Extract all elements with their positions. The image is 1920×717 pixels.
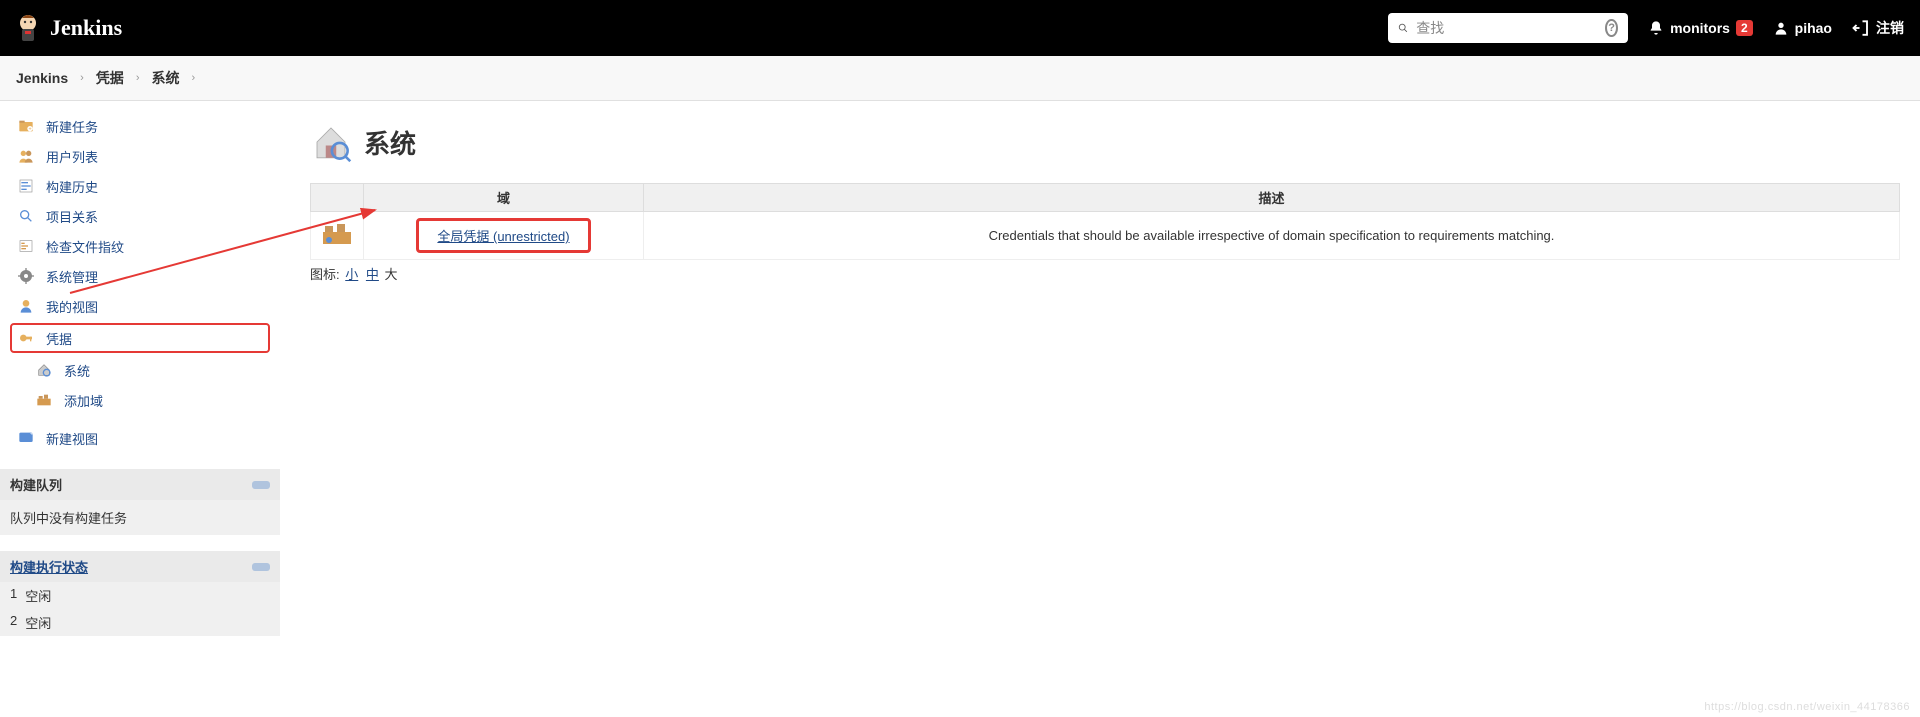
- sidebar-item-label: 我的视图: [46, 297, 98, 316]
- logo[interactable]: Jenkins: [16, 12, 122, 44]
- search-icon: [1398, 20, 1408, 36]
- logout-icon: [1852, 19, 1870, 37]
- users-icon: [16, 146, 36, 166]
- page-title-text: 系统: [364, 124, 416, 161]
- sidebar-item-label: 新建任务: [46, 117, 98, 136]
- build-queue-title: 构建队列: [10, 475, 62, 494]
- executor-num: 1: [10, 586, 17, 605]
- table-header-icon: [311, 184, 364, 212]
- fingerprint-icon: [16, 236, 36, 256]
- sidebar-subitem-label: 系统: [64, 361, 90, 380]
- icon-size-medium[interactable]: 中: [366, 267, 379, 282]
- logout-label: 注销: [1876, 18, 1904, 38]
- breadcrumb-item[interactable]: Jenkins: [16, 70, 68, 86]
- icon-size-selector: 图标: 小 中 大: [310, 264, 1900, 283]
- breadcrumb-sep: ›: [80, 72, 84, 84]
- domain-row-link-cell: 全局凭据 (unrestricted): [364, 212, 644, 260]
- executor-status: 空闲: [25, 586, 51, 605]
- sidebar-item-label: 新建视图: [46, 429, 98, 448]
- sidebar-item-build-history[interactable]: 构建历史: [0, 171, 280, 201]
- domain-link-highlight: 全局凭据 (unrestricted): [416, 218, 590, 253]
- domain-link[interactable]: 全局凭据 (unrestricted): [437, 229, 569, 244]
- sidebar: + 新建任务 用户列表 构建历史 项目关系 检查文件指纹: [0, 101, 280, 646]
- sidebar-item-new-view[interactable]: + 新建视图: [0, 423, 280, 453]
- gear-icon: [16, 266, 36, 286]
- icon-size-large: 大: [385, 267, 398, 282]
- search-input[interactable]: [1416, 20, 1597, 36]
- system-title-icon: [310, 121, 352, 163]
- user-icon: [1773, 20, 1789, 36]
- executor-row: 1 空闲: [0, 582, 280, 609]
- sidebar-item-relations[interactable]: 项目关系: [0, 201, 280, 231]
- my-views-icon: [16, 296, 36, 316]
- sidebar-item-fingerprint[interactable]: 检查文件指纹: [0, 231, 280, 261]
- page-title: 系统: [310, 121, 1900, 163]
- new-view-icon: +: [16, 428, 36, 448]
- table-header-desc: 描述: [644, 184, 1900, 212]
- sidebar-item-label: 项目关系: [46, 207, 98, 226]
- credentials-icon: [16, 328, 36, 348]
- executor-num: 2: [10, 613, 17, 632]
- sidebar-item-label: 凭据: [46, 329, 72, 348]
- breadcrumb-sep: ›: [136, 72, 140, 84]
- logout-nav[interactable]: 注销: [1852, 18, 1904, 38]
- header: Jenkins ? monitors 2 pihao 注销: [0, 0, 1920, 56]
- svg-text:+: +: [28, 127, 31, 133]
- breadcrumb-item[interactable]: 系统: [151, 68, 179, 88]
- executors-pane: 构建执行状态 1 空闲 2 空闲: [0, 551, 280, 636]
- brand-text: Jenkins: [50, 15, 122, 41]
- table-row: 全局凭据 (unrestricted) Credentials that sho…: [311, 212, 1900, 260]
- sidebar-item-label: 构建历史: [46, 177, 98, 196]
- sidebar-item-system-manage[interactable]: 系统管理: [0, 261, 280, 291]
- executor-row: 2 空闲: [0, 609, 280, 636]
- svg-text:+: +: [30, 430, 34, 437]
- sidebar-item-label: 检查文件指纹: [46, 237, 124, 256]
- sidebar-subitem-label: 添加域: [64, 391, 103, 410]
- user-label: pihao: [1795, 20, 1832, 36]
- breadcrumb-item[interactable]: 凭据: [96, 68, 124, 88]
- user-nav[interactable]: pihao: [1773, 20, 1832, 36]
- help-icon[interactable]: ?: [1605, 19, 1618, 37]
- sidebar-item-credentials[interactable]: 凭据: [10, 323, 270, 353]
- sidebar-item-users[interactable]: 用户列表: [0, 141, 280, 171]
- search-box[interactable]: ?: [1388, 13, 1628, 43]
- monitors-badge: 2: [1736, 20, 1753, 36]
- domain-table: 域 描述 全局凭据 (u: [310, 183, 1900, 260]
- executors-title[interactable]: 构建执行状态: [10, 557, 88, 576]
- domain-desc: Credentials that should be available irr…: [989, 228, 1555, 243]
- search-icon: [16, 206, 36, 226]
- watermark: https://blog.csdn.net/weixin_44178366: [1704, 701, 1910, 713]
- jenkins-logo-icon: [16, 12, 40, 44]
- sidebar-subitem-add-domain[interactable]: 添加域: [0, 385, 280, 415]
- table-header-domain: 域: [364, 184, 644, 212]
- build-queue-pane: 构建队列 队列中没有构建任务: [0, 469, 280, 535]
- domain-row-desc-cell: Credentials that should be available irr…: [644, 212, 1900, 260]
- build-queue-body: 队列中没有构建任务: [0, 500, 280, 535]
- sidebar-item-new-job[interactable]: + 新建任务: [0, 111, 280, 141]
- executors-header: 构建执行状态: [0, 551, 280, 582]
- breadcrumb-sep: ›: [191, 72, 195, 84]
- monitors-label: monitors: [1670, 20, 1730, 36]
- sidebar-item-label: 用户列表: [46, 147, 98, 166]
- sidebar-subitem-system[interactable]: 系统: [0, 355, 280, 385]
- build-queue-empty-text: 队列中没有构建任务: [10, 511, 127, 526]
- main-content: 系统 域 描述: [280, 101, 1920, 646]
- add-domain-icon: [34, 390, 54, 410]
- icon-size-label: 图标:: [310, 267, 340, 282]
- domain-icon: [321, 222, 353, 246]
- executor-status: 空闲: [25, 613, 51, 632]
- sidebar-item-label: 系统管理: [46, 267, 98, 286]
- history-icon: [16, 176, 36, 196]
- collapse-toggle[interactable]: [252, 481, 270, 489]
- bell-icon: [1648, 20, 1664, 36]
- breadcrumb: Jenkins › 凭据 › 系统 ›: [0, 56, 1920, 101]
- collapse-toggle[interactable]: [252, 563, 270, 571]
- icon-size-small[interactable]: 小: [345, 267, 358, 282]
- system-sub-icon: [34, 360, 54, 380]
- build-queue-header: 构建队列: [0, 469, 280, 500]
- domain-row-icon-cell: [311, 212, 364, 260]
- new-job-icon: +: [16, 116, 36, 136]
- monitors-nav[interactable]: monitors 2: [1648, 20, 1753, 36]
- sidebar-item-my-views[interactable]: 我的视图: [0, 291, 280, 321]
